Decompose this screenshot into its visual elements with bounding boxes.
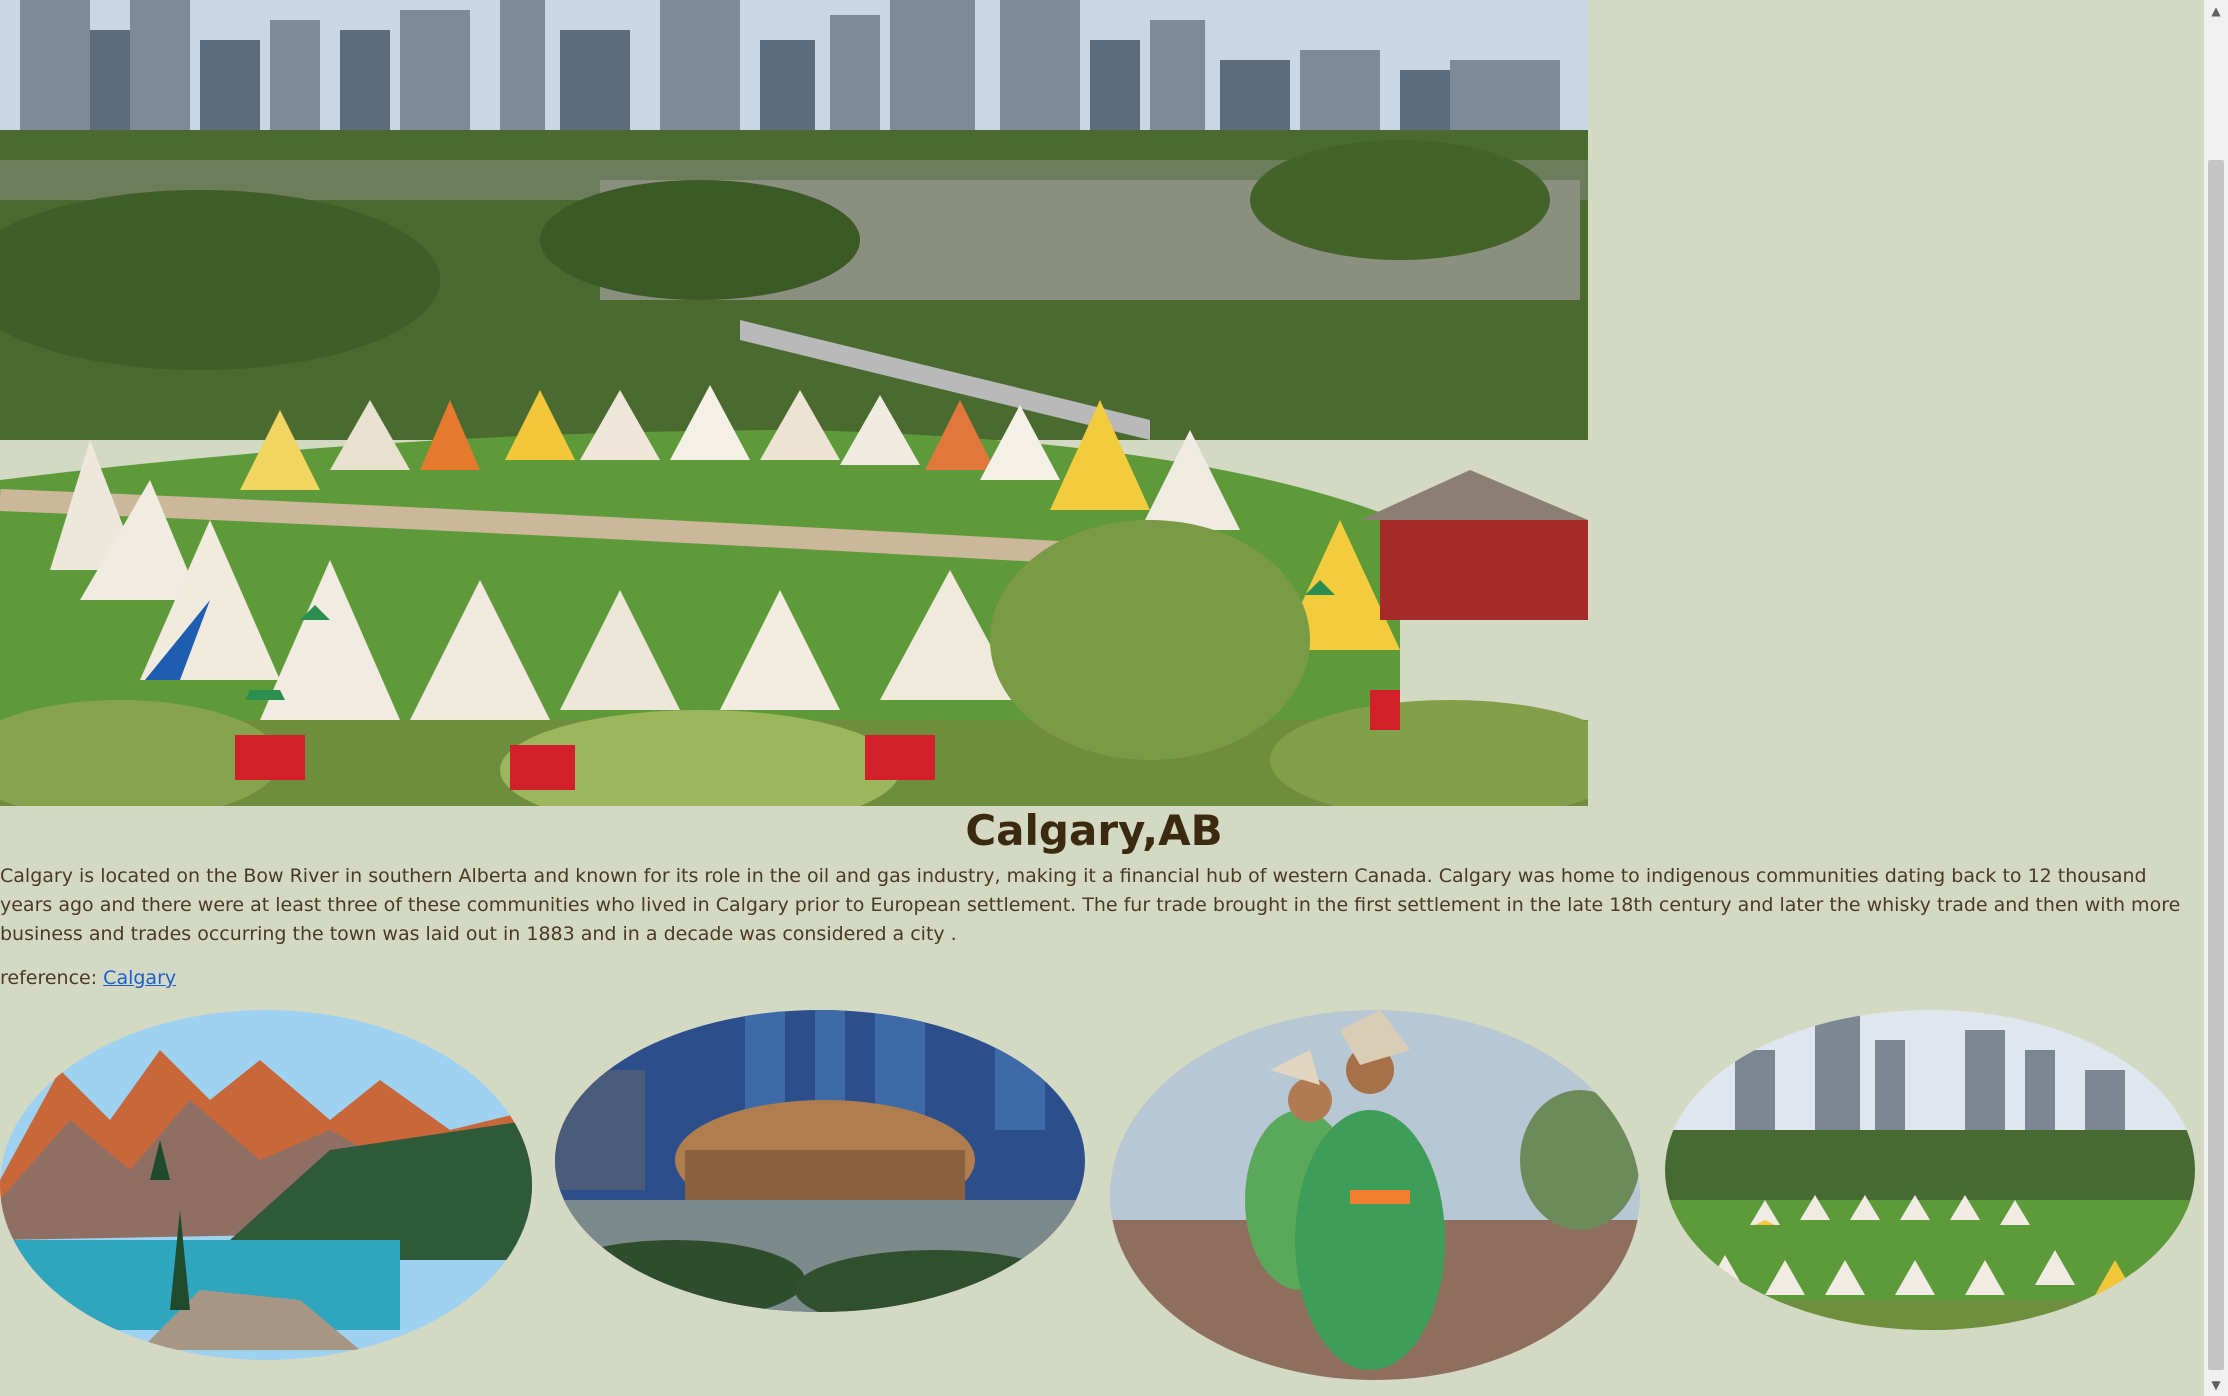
gallery-image-mountains xyxy=(0,1010,532,1360)
gallery-image-dancers xyxy=(1110,1010,1640,1380)
scrollbar-thumb[interactable] xyxy=(2208,160,2224,1370)
page-title: Calgary,AB xyxy=(965,806,1223,855)
description-paragraph: Calgary is located on the Bow River in s… xyxy=(0,865,2181,945)
reference-line: reference: Calgary xyxy=(0,964,176,992)
reference-link[interactable]: Calgary xyxy=(103,967,176,989)
vertical-scrollbar[interactable]: ▲ ▼ xyxy=(2204,0,2228,1396)
hero-image xyxy=(0,0,1588,806)
arrow-down-icon[interactable]: ▼ xyxy=(2204,1374,2228,1396)
reference-label: reference: xyxy=(0,967,98,989)
arrow-up-icon[interactable]: ▲ xyxy=(2204,0,2228,22)
tipi-village-image xyxy=(1665,1010,2195,1330)
moraine-lake-image xyxy=(0,1010,532,1360)
gallery-image-tipi-village xyxy=(1665,1010,2195,1330)
gallery-image-building xyxy=(555,1010,1085,1312)
indigenous-dancers-image xyxy=(1110,1010,1640,1380)
hero-illustration xyxy=(0,0,1588,806)
building-plaza-image xyxy=(555,1010,1085,1312)
